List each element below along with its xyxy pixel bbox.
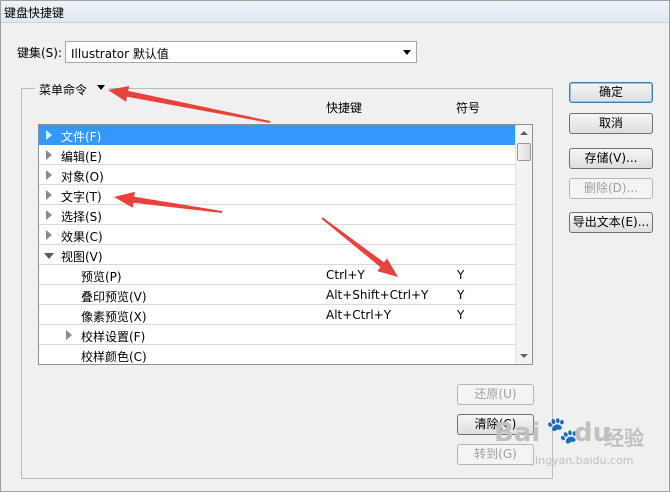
annotation-arrow-group bbox=[108, 86, 398, 277]
watermark-suffix: 经验 bbox=[604, 426, 644, 450]
annotation-arrow bbox=[114, 191, 223, 213]
annotation-arrow bbox=[321, 217, 398, 277]
watermark-url: jingyan.baidu.com bbox=[532, 454, 634, 467]
baidu-watermark: Bai 🐾 du 经验 jingyan.baidu.com bbox=[486, 416, 666, 474]
annotation-arrow bbox=[108, 86, 271, 123]
watermark-brand: Bai bbox=[494, 418, 541, 448]
